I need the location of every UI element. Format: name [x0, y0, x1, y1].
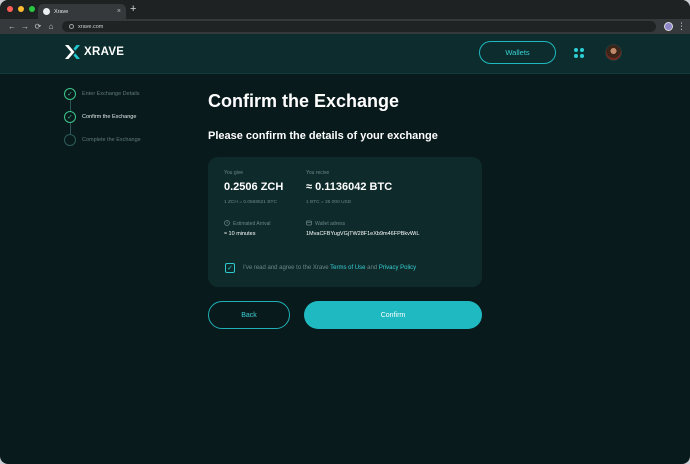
step-label: Confirm the Exchange	[82, 114, 137, 120]
agree-prefix: I've read and agree to the Xrave	[243, 265, 329, 271]
xrave-logo-icon	[65, 45, 80, 59]
logo-text: XRAVE	[84, 46, 125, 58]
arrival-label: Estimated Arrival	[233, 221, 271, 227]
wallet-icon	[306, 220, 312, 226]
stepper-connector	[69, 123, 71, 134]
apps-grid-icon[interactable]	[574, 48, 584, 58]
receive-rate: 1 BTC = 35 000 USD	[306, 200, 352, 205]
exchange-summary-card: You give 0.2506 ZCH 1 ZCH = 0.0568521 BT…	[208, 157, 482, 287]
step-label: Enter Exchange Details	[82, 91, 140, 97]
site-info-icon[interactable]	[69, 24, 74, 29]
close-window-button[interactable]	[7, 6, 13, 12]
browser-tab[interactable]: Xrave ×	[38, 4, 126, 19]
step-enter-details: ✓ Enter Exchange Details	[64, 88, 194, 100]
stepper-connector	[69, 100, 71, 111]
give-amount: 0.2506 ZCH	[224, 181, 284, 193]
step-circle-icon	[64, 134, 76, 146]
page-title: Confirm the Exchange	[208, 91, 400, 111]
app-header: XRAVE Wallets	[0, 34, 690, 74]
agree-and: and	[367, 265, 378, 271]
avatar[interactable]	[605, 44, 622, 61]
new-tab-button[interactable]: +	[130, 3, 136, 16]
forward-arrow-icon[interactable]: →	[19, 22, 31, 31]
step-complete: Complete the Exchange	[64, 134, 194, 146]
globe-icon	[43, 8, 50, 15]
check-icon: ✓	[64, 88, 76, 100]
step-confirm: ✓ Confirm the Exchange	[64, 111, 194, 123]
wallet-label-row: Wallet adress	[306, 220, 345, 227]
browser-profile-icon[interactable]	[664, 22, 673, 31]
receive-amount: ≈ 0.1136042 BTC	[306, 181, 393, 193]
reload-icon[interactable]: ⟳	[32, 22, 44, 31]
tab-close-icon[interactable]: ×	[117, 8, 121, 15]
wallet-address: 1MvaCFBYugVGjTW28F1eXb9m46FPBkvWiL	[306, 231, 420, 237]
window-controls	[7, 6, 35, 12]
give-rate: 1 ZCH = 0.0568521 BTC	[224, 200, 277, 205]
check-icon: ✓	[64, 111, 76, 123]
wallet-label: Wallet adress	[315, 221, 346, 227]
arrival-value: ≈ 10 minutes	[224, 231, 256, 237]
agree-text: I've read and agree to the Xrave Terms o…	[243, 265, 416, 271]
terms-of-use-link[interactable]: Terms of Use	[330, 265, 365, 271]
browser-menu-icon[interactable]: ⋮	[677, 21, 686, 31]
url-text: xrave.com	[78, 23, 104, 30]
step-label: Complete the Exchange	[82, 137, 141, 143]
logo[interactable]: XRAVE	[64, 44, 124, 60]
tab-title: Xrave	[54, 8, 69, 15]
browser-window: Xrave × + ← → ⟳ ⌂ xrave.com ⋮ XRAVE Wall…	[0, 0, 690, 464]
browser-toolbar: ← → ⟳ ⌂ xrave.com ⋮	[0, 19, 690, 34]
back-button[interactable]: Back	[208, 301, 290, 329]
browser-tab-bar: Xrave × +	[0, 0, 690, 19]
arrival-label-row: Estimated Arrival	[224, 220, 271, 227]
privacy-policy-link[interactable]: Privacy Policy	[379, 265, 416, 271]
address-bar[interactable]: xrave.com	[62, 21, 656, 32]
confirm-button[interactable]: Confirm	[304, 301, 482, 329]
agree-checkbox[interactable]: ✓	[225, 263, 235, 273]
give-label: You give	[224, 170, 243, 176]
wallets-button[interactable]: Wallets	[479, 41, 556, 64]
clock-icon	[224, 220, 230, 226]
back-arrow-icon[interactable]: ←	[6, 22, 18, 31]
page-subtitle: Please confirm the details of your excha…	[208, 130, 438, 142]
receive-label: You recive	[306, 170, 330, 176]
minimize-window-button[interactable]	[18, 6, 24, 12]
home-icon[interactable]: ⌂	[45, 22, 57, 31]
maximize-window-button[interactable]	[29, 6, 35, 12]
